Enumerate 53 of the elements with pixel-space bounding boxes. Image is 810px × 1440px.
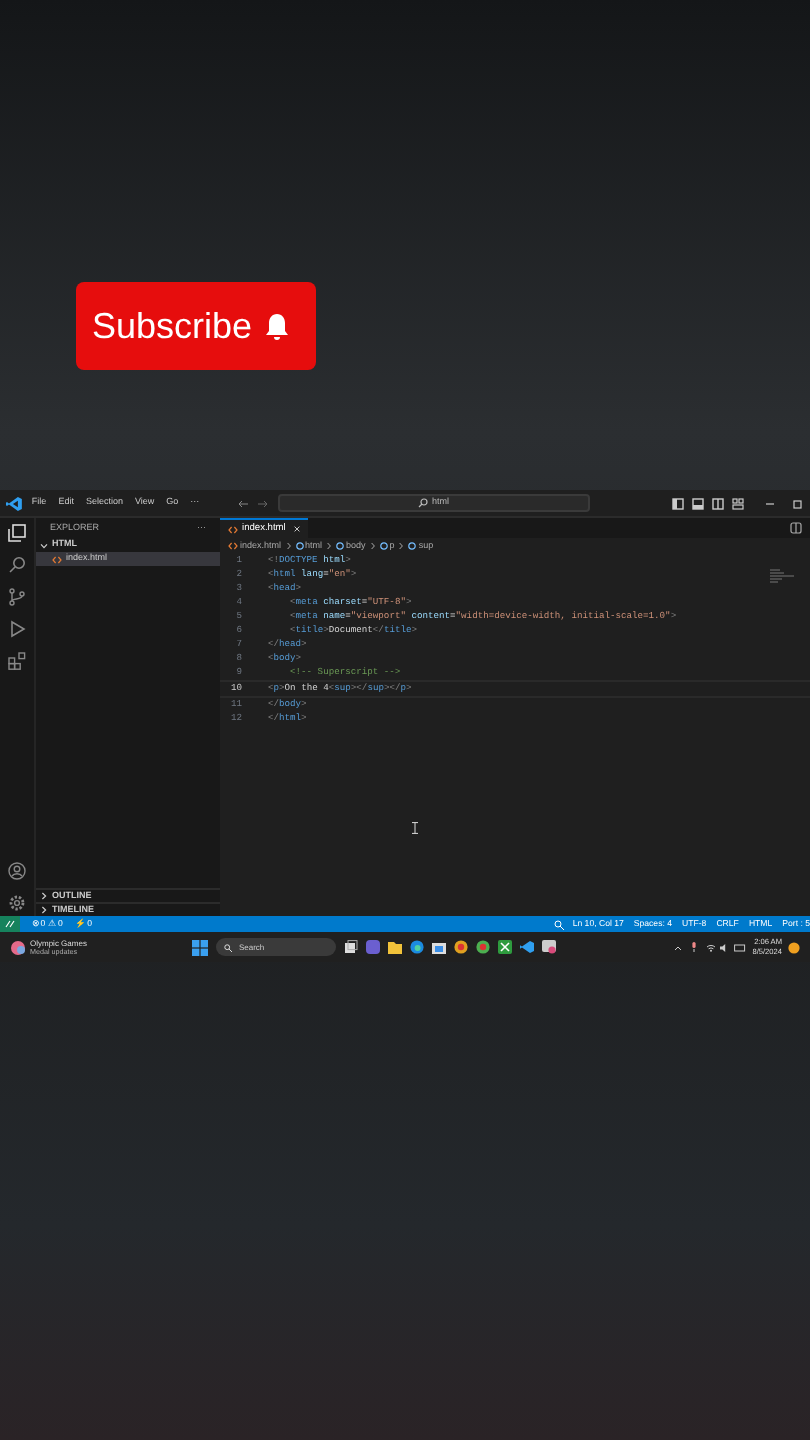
chevron-right-icon[interactable] [40,906,48,914]
element-icon [379,542,388,550]
search-icon [224,943,233,951]
close-icon[interactable] [293,526,300,532]
weather-icon [10,939,26,955]
search-icon[interactable] [8,556,26,574]
html-file-icon [228,525,238,533]
wifi-icon[interactable] [706,943,717,951]
task-view-icon[interactable] [344,940,359,954]
chat-app-icon[interactable] [366,940,381,954]
forward-arrow-icon[interactable] [257,499,268,507]
minimap-drawing [770,568,794,584]
text-cursor-icon [412,822,418,834]
restore-icon[interactable] [792,497,805,509]
windows-start-icon[interactable] [192,939,209,955]
search-icon [418,498,429,508]
run-debug-icon[interactable] [8,620,26,638]
speaker-icon[interactable] [720,943,731,951]
chevron-right-icon[interactable] [40,892,48,900]
zoom-icon[interactable] [554,919,565,929]
chevron-right-icon [398,542,405,550]
layout-icon[interactable] [712,497,725,509]
notification-icon[interactable] [788,941,800,953]
subscribe-button[interactable]: Subscribe [76,282,316,370]
editor-logo-icon [6,495,22,511]
element-icon [408,542,417,550]
browser-icon[interactable] [410,940,425,954]
files-icon[interactable] [8,524,26,542]
element-icon [295,542,304,550]
html-file-icon [52,555,62,563]
html-file-icon [228,542,238,550]
remote-icon[interactable] [0,916,20,932]
store-icon[interactable] [432,940,447,954]
settings-icon[interactable] [8,894,26,912]
battery-icon[interactable] [734,943,747,951]
extensions-icon[interactable] [8,652,26,670]
bell-icon [264,311,291,341]
element-icon [336,542,345,550]
code-editor-icon[interactable] [520,940,535,954]
chevron-right-icon [285,542,292,550]
snipping-tool-icon[interactable] [542,940,557,954]
back-arrow-icon[interactable] [237,499,248,507]
source-control-icon[interactable] [8,588,26,606]
layout-icon[interactable] [732,497,745,509]
chevron-down-icon[interactable] [40,541,48,549]
subscribe-label: Subscribe [92,303,253,349]
folder-icon[interactable] [388,940,403,954]
split-editor-icon[interactable] [790,522,802,534]
chevron-right-icon [326,542,333,550]
account-icon[interactable] [8,862,26,880]
chevron-right-icon [369,542,376,550]
game-app-icon[interactable] [498,940,513,954]
minimize-icon[interactable] [764,497,777,509]
